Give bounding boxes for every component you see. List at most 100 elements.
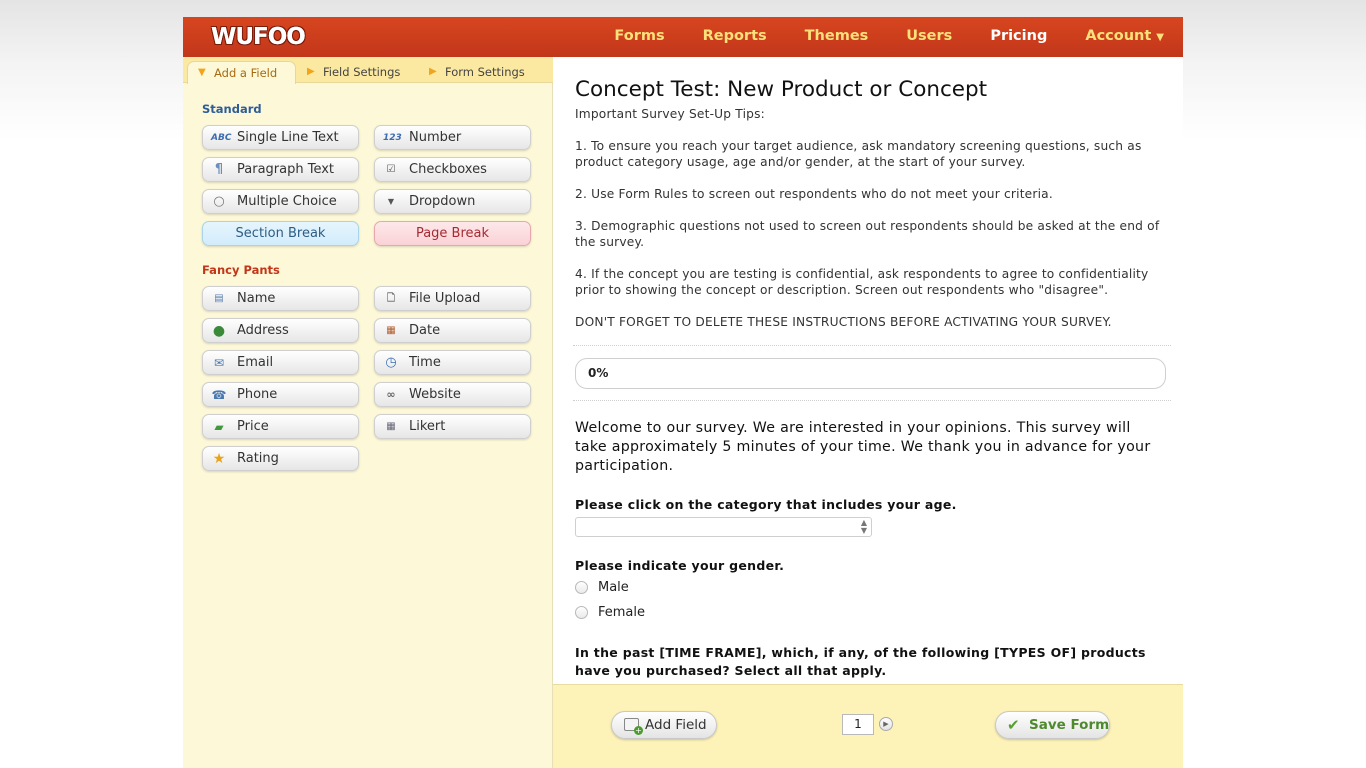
field-name-button[interactable]: ▤ Name [202, 286, 359, 311]
triangle-right-icon: ▶ [429, 66, 437, 77]
tab-add-field-label: Add a Field [214, 66, 278, 80]
tab-add-field[interactable]: ▼ Add a Field [187, 61, 297, 84]
gender-option-label: Female [598, 605, 646, 620]
nav-account-label: Account [1085, 28, 1152, 44]
select-arrows-icon: ▲ ▼ [860, 518, 867, 535]
field-date-button[interactable]: ▦ Date [374, 318, 531, 343]
checkmark-icon: ✔ [1007, 716, 1020, 734]
divider [573, 345, 1171, 346]
save-form-button[interactable]: ✔ Save Form [995, 711, 1110, 739]
field-file-upload-button[interactable]: 🗋 File Upload [374, 286, 531, 311]
field-paragraph-text-button[interactable]: ¶ Paragraph Text [202, 157, 359, 182]
welcome-text[interactable]: Welcome to our survey. We are interested… [575, 419, 1165, 476]
likert-icon: ▦ [386, 421, 396, 432]
form-title[interactable]: Concept Test: New Product or Concept [575, 77, 987, 102]
add-field-button[interactable]: Add Field [611, 711, 717, 739]
tab-form-settings-label: Form Settings [445, 65, 525, 79]
tab-field-settings[interactable]: ▶ Field Settings [297, 61, 418, 84]
add-field-icon [624, 718, 643, 735]
question-gender-label[interactable]: Please indicate your gender. [575, 558, 784, 573]
field-label: Checkboxes [409, 162, 487, 177]
dropdown-icon: ▼ [387, 197, 395, 206]
progress-indicator: 0% [575, 358, 1166, 389]
field-label: Single Line Text [237, 130, 339, 145]
age-select[interactable]: ▲ ▼ [575, 517, 872, 537]
field-label: Email [237, 355, 274, 370]
globe-icon: ● [212, 323, 226, 339]
field-section-break-button[interactable]: Section Break [202, 221, 359, 246]
radio-button[interactable] [575, 606, 588, 619]
file-upload-icon: 🗋 [386, 293, 396, 304]
field-multiple-choice-button[interactable]: ○ Multiple Choice [202, 189, 359, 214]
form-preview: Concept Test: New Product or Concept Imp… [553, 57, 1183, 684]
main-nav: Forms Reports Themes Users Pricing Accou… [595, 17, 1183, 57]
field-label: Dropdown [409, 194, 476, 209]
field-phone-button[interactable]: ☎ Phone [202, 382, 359, 407]
top-navigation-bar: WUFOO Forms Reports Themes Users Pricing… [183, 17, 1183, 57]
add-field-label: Add Field [645, 717, 707, 733]
divider [573, 400, 1171, 401]
tip-3: 3. Demographic questions not used to scr… [575, 219, 1160, 249]
field-label: Name [237, 291, 276, 306]
radio-button[interactable] [575, 581, 588, 594]
tip-1: 1. To ensure you reach your target audie… [575, 139, 1142, 169]
star-icon: ★ [212, 451, 226, 467]
field-label: File Upload [409, 291, 481, 306]
wufoo-logo[interactable]: WUFOO [211, 22, 306, 52]
pilcrow-icon: ¶ [214, 162, 224, 177]
field-label: Address [237, 323, 289, 338]
field-likert-button[interactable]: ▦ Likert [374, 414, 531, 439]
abc-icon: ABC [211, 133, 232, 143]
gender-option-label: Male [598, 580, 629, 595]
field-label: Rating [237, 451, 279, 466]
field-email-button[interactable]: ✉ Email [202, 350, 359, 375]
standard-group-title: Standard [202, 102, 262, 116]
triangle-down-icon: ▼ [198, 67, 206, 78]
progress-label: 0% [588, 366, 609, 380]
next-page-icon[interactable]: ▶ [879, 717, 893, 731]
question-age-label[interactable]: Please click on the category that includ… [575, 497, 957, 512]
field-price-button[interactable]: ▰ Price [202, 414, 359, 439]
field-dropdown-button[interactable]: ▼ Dropdown [374, 189, 531, 214]
nav-account[interactable]: Account ▼ [1066, 17, 1183, 57]
form-description[interactable]: Important Survey Set-Up Tips: 1. To ensu… [575, 106, 1170, 346]
nav-forms[interactable]: Forms [595, 17, 683, 57]
envelope-icon: ✉ [213, 356, 225, 370]
field-address-button[interactable]: ● Address [202, 318, 359, 343]
field-label: Paragraph Text [237, 162, 335, 177]
field-label: Date [409, 323, 441, 338]
field-label: Likert [409, 419, 446, 434]
field-page-break-button[interactable]: Page Break [374, 221, 531, 246]
nav-themes[interactable]: Themes [786, 17, 888, 57]
tips-heading: Important Survey Set-Up Tips: [575, 107, 765, 121]
link-icon: ∞ [386, 388, 396, 401]
nav-pricing[interactable]: Pricing [971, 17, 1066, 57]
tab-field-settings-label: Field Settings [323, 65, 401, 79]
tab-form-settings[interactable]: ▶ Form Settings [419, 61, 543, 84]
field-website-button[interactable]: ∞ Website [374, 382, 531, 407]
page-number-input[interactable]: 1 [842, 714, 874, 735]
field-number-button[interactable]: 123 Number [374, 125, 531, 150]
field-rating-button[interactable]: ★ Rating [202, 446, 359, 471]
field-label: Website [409, 387, 461, 402]
tip-2: 2. Use Form Rules to screen out responde… [575, 187, 1053, 201]
app-window: WUFOO Forms Reports Themes Users Pricing… [183, 17, 1183, 768]
tip-warning: DON'T FORGET TO DELETE THESE INSTRUCTION… [575, 315, 1112, 329]
nav-users[interactable]: Users [887, 17, 971, 57]
field-label: Multiple Choice [237, 194, 337, 209]
calendar-icon: ▦ [386, 325, 396, 336]
radio-icon: ○ [213, 194, 225, 209]
question-purchase-label[interactable]: In the past [TIME FRAME], which, if any,… [575, 644, 1165, 680]
field-label: Price [237, 419, 269, 434]
123-icon: 123 [383, 133, 402, 143]
caret-down-icon: ▼ [1156, 32, 1164, 43]
field-time-button[interactable]: ◷ Time [374, 350, 531, 375]
nav-reports[interactable]: Reports [684, 17, 786, 57]
name-card-icon: ▤ [214, 293, 224, 304]
checkbox-icon: ☑ [386, 164, 396, 175]
form-toolbar: Add Field 1 ▶ ✔ Save Form [553, 684, 1183, 768]
field-single-line-text-button[interactable]: ABC Single Line Text [202, 125, 359, 150]
field-checkboxes-button[interactable]: ☑ Checkboxes [374, 157, 531, 182]
tip-4: 4. If the concept you are testing is con… [575, 267, 1149, 297]
field-builder-panel: ▼ Add a Field ▶ Field Settings ▶ Form Se… [183, 57, 553, 768]
